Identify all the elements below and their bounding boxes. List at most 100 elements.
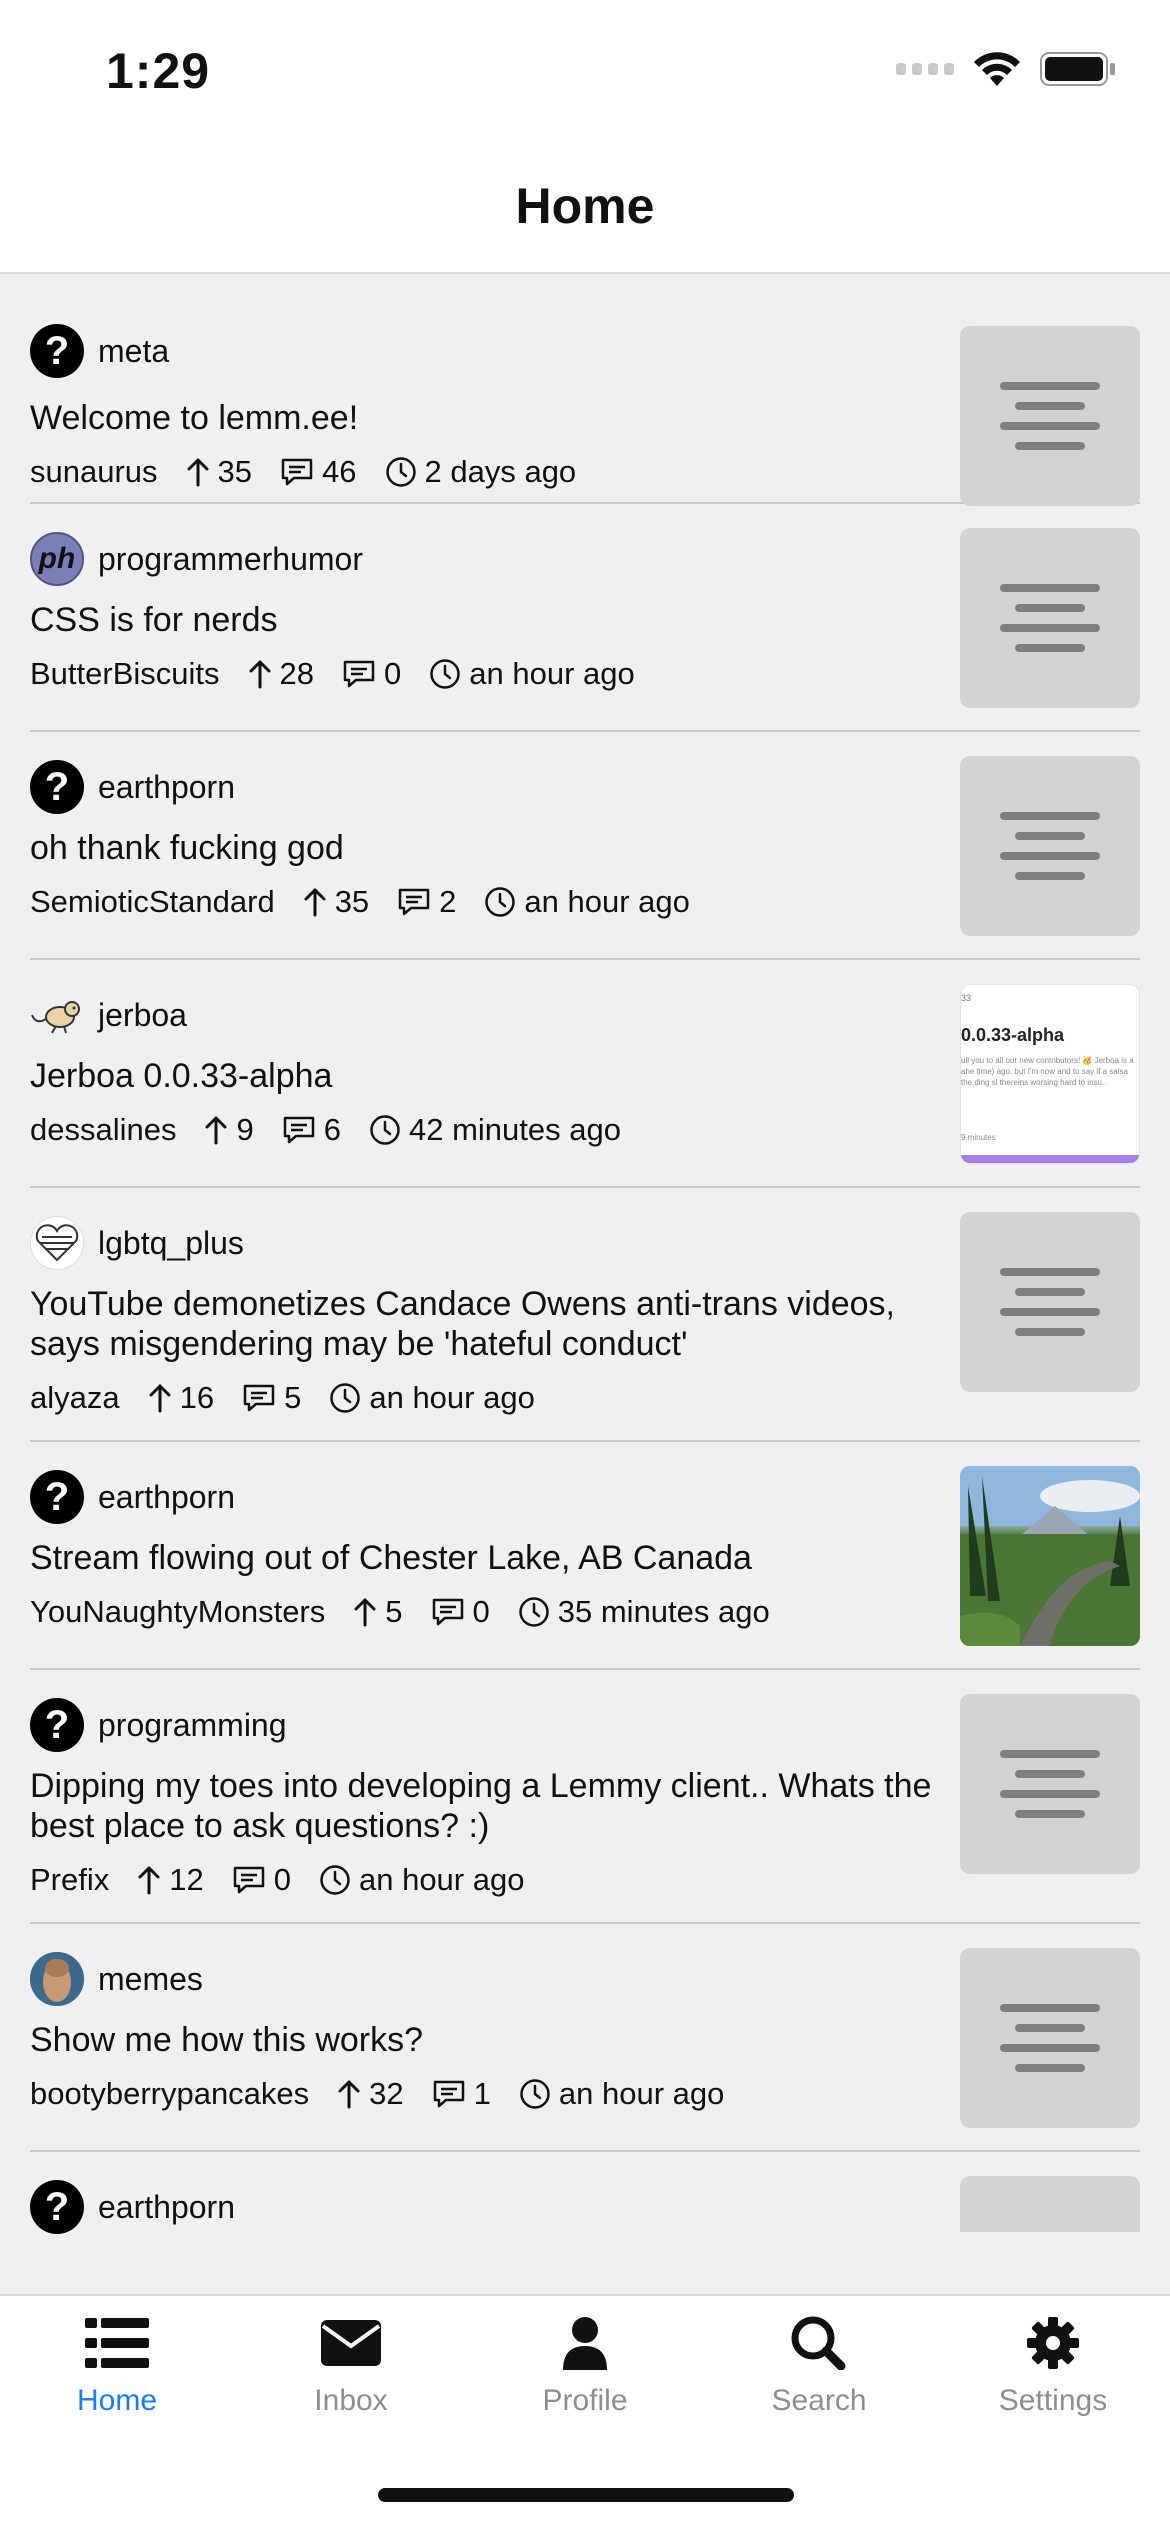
tab-inbox[interactable]: Inbox <box>234 2316 468 2418</box>
post-community[interactable]: lgbtq_plus <box>30 1216 244 1270</box>
post-thumbnail[interactable] <box>960 1694 1140 1874</box>
thumbnail-text: ull you to all our new contributors! 🥳 J… <box>961 1056 1134 1087</box>
post-item[interactable]: ? earthporn <box>30 2152 1140 2294</box>
tab-label: Profile <box>542 2384 628 2417</box>
post-community[interactable]: ? meta <box>30 324 169 378</box>
post-item[interactable]: ph programmerhumor CSS is for nerds Butt… <box>30 504 1140 732</box>
clock-icon <box>520 2079 550 2109</box>
post-author[interactable]: dessalines <box>30 1112 176 1148</box>
post-thumbnail[interactable] <box>960 2176 1140 2232</box>
lake-photo <box>960 1466 1140 1646</box>
post-item[interactable]: jerboa Jerboa 0.0.33-alpha dessalines 9 … <box>30 960 1140 1188</box>
community-name: earthporn <box>98 1478 235 1515</box>
post-author[interactable]: SemioticStandard <box>30 884 275 920</box>
post-thumbnail[interactable] <box>960 1466 1140 1646</box>
post-thumbnail[interactable] <box>960 1212 1140 1392</box>
post-comments: 6 <box>282 1112 341 1148</box>
text-post-icon <box>1000 812 1100 880</box>
jerboa-avatar <box>30 988 84 1042</box>
question-icon: ? <box>30 324 84 378</box>
comment-icon <box>283 1116 314 1144</box>
time-ago: 42 minutes ago <box>408 1112 621 1147</box>
home-indicator <box>378 2488 794 2502</box>
post-community[interactable]: ? earthporn <box>30 1470 235 1524</box>
post-comments: 1 <box>432 2076 491 2112</box>
status-time: 1:29 <box>106 43 211 99</box>
post-author[interactable]: bootyberrypancakes <box>30 2076 309 2112</box>
clock-icon <box>370 1115 400 1145</box>
programmerhumor-avatar: ph <box>30 532 84 586</box>
post-title: Jerboa 0.0.33-alpha <box>30 1057 333 1095</box>
envelope-icon <box>321 2320 381 2366</box>
post-community[interactable]: jerboa <box>30 988 187 1042</box>
comment-count: 1 <box>473 2076 491 2111</box>
post-title: CSS is for nerds <box>30 601 278 639</box>
clock-icon <box>519 1597 549 1627</box>
question-icon: ? <box>30 1470 84 1524</box>
comment-count: 6 <box>323 1112 341 1147</box>
tab-profile[interactable]: Profile <box>468 2316 702 2418</box>
post-item[interactable]: ? programming Dipping my toes into devel… <box>30 1670 1140 1924</box>
score-value: 9 <box>236 1112 254 1147</box>
post-thumbnail[interactable] <box>960 1948 1140 2128</box>
post-author[interactable]: YouNaughtyMonsters <box>30 1594 325 1630</box>
post-time: an hour ago <box>319 1862 524 1898</box>
person-icon <box>563 2317 607 2370</box>
post-title: Show me how this works? <box>30 2021 424 2059</box>
post-community[interactable]: ? earthporn <box>30 760 235 814</box>
post-meta: ButterBiscuits 28 0 an hour ago <box>30 656 663 692</box>
arrow-up-icon <box>249 660 271 689</box>
post-thumbnail[interactable] <box>960 326 1140 506</box>
post-comments: 5 <box>242 1380 301 1416</box>
post-meta: Prefix 12 0 an hour ago <box>30 1862 552 1898</box>
post-feed[interactable]: ? meta Welcome to lemm.ee! sunaurus 35 4… <box>0 274 1170 2294</box>
score-value: 28 <box>279 656 314 691</box>
post-time: 2 days ago <box>385 454 577 490</box>
comment-icon <box>243 1384 275 1412</box>
tab-search[interactable]: Search <box>702 2316 936 2418</box>
arrow-up-icon <box>354 1598 376 1627</box>
text-post-icon <box>1000 584 1100 652</box>
post-title: YouTube demonetizes Candace Owens anti-t… <box>30 1285 895 1363</box>
comment-icon <box>233 1866 264 1894</box>
post-community[interactable]: memes <box>30 1952 203 2006</box>
question-icon: ? <box>30 1698 84 1752</box>
post-item[interactable]: ? earthporn Stream flowing out of Cheste… <box>30 1442 1140 1670</box>
post-item[interactable]: lgbtq_plus YouTube demonetizes Candace O… <box>30 1188 1140 1442</box>
clock-icon <box>330 1383 361 1413</box>
comment-icon <box>343 660 375 688</box>
post-author[interactable]: alyaza <box>30 1380 120 1416</box>
post-item[interactable]: memes Show me how this works? bootyberry… <box>30 1924 1140 2152</box>
post-thumbnail[interactable]: 33 0.0.33-alpha ull you to all our new c… <box>960 984 1140 1164</box>
post-title: oh thank fucking god <box>30 829 344 867</box>
post-author[interactable]: Prefix <box>30 1862 109 1898</box>
post-item[interactable]: ? meta Welcome to lemm.ee! sunaurus 35 4… <box>30 274 1140 506</box>
time-ago: 2 days ago <box>424 454 577 489</box>
question-icon: ? <box>30 2180 84 2234</box>
list-icon <box>85 2318 149 2368</box>
tab-home[interactable]: Home <box>0 2316 234 2418</box>
post-author[interactable]: ButterBiscuits <box>30 656 220 692</box>
post-score: 12 <box>137 1862 204 1898</box>
time-ago: an hour ago <box>558 2076 725 2111</box>
comment-icon <box>398 888 430 916</box>
post-community[interactable]: ? programming <box>30 1698 287 1752</box>
post-meta: YouNaughtyMonsters 5 0 35 minutes ago <box>30 1594 798 1630</box>
comment-icon <box>281 458 313 486</box>
comment-count: 0 <box>273 1862 291 1897</box>
arrow-up-icon <box>304 888 326 917</box>
post-comments: 2 <box>397 884 456 920</box>
thumbnail-accent-bar <box>961 1155 1139 1163</box>
post-author[interactable]: sunaurus <box>30 454 158 490</box>
tab-settings[interactable]: Settings <box>936 2316 1170 2418</box>
community-name: programming <box>98 1706 287 1743</box>
post-time: an hour ago <box>329 1380 535 1416</box>
post-community[interactable]: ph programmerhumor <box>30 532 363 586</box>
clock-icon <box>430 659 460 689</box>
post-item[interactable]: ? earthporn oh thank fucking god Semioti… <box>30 732 1140 960</box>
post-community[interactable]: ? earthporn <box>30 2180 235 2234</box>
post-thumbnail[interactable] <box>960 756 1140 936</box>
gear-icon <box>1027 2317 1079 2369</box>
post-thumbnail[interactable] <box>960 528 1140 708</box>
pride-heart-avatar <box>30 1216 84 1270</box>
